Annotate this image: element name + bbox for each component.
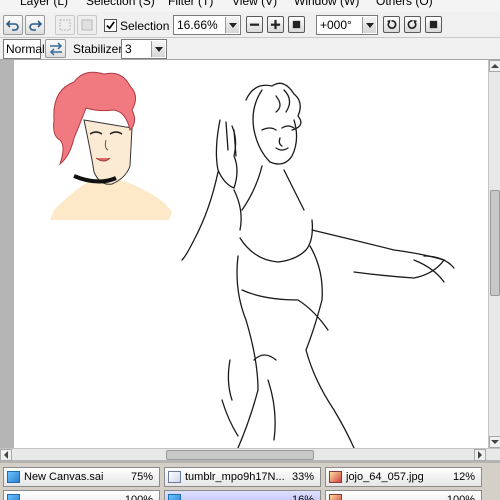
tab-jojo[interactable]: jojo_64_057.jpg 12% xyxy=(325,467,482,487)
vertical-scroll-thumb[interactable] xyxy=(490,190,500,296)
image-file-icon xyxy=(168,471,181,483)
zoom-reset-button[interactable] xyxy=(288,16,305,33)
zoom-out-button[interactable] xyxy=(246,16,263,33)
canvas-file-icon xyxy=(7,471,20,483)
flip-horizontal-icon xyxy=(49,41,62,56)
menu-window[interactable]: Window (W) xyxy=(294,0,359,8)
tab-zoom: 12% xyxy=(452,471,475,483)
zoom-in-button[interactable] xyxy=(267,16,284,33)
artwork xyxy=(50,71,455,448)
menu-filter[interactable]: Filter (T) xyxy=(168,0,213,8)
stabilizer-select[interactable]: 3 xyxy=(121,39,167,59)
image-file-icon xyxy=(329,494,342,500)
horizontal-scrollbar[interactable] xyxy=(0,448,500,461)
brush-toolbar: Normal Stabilizer 3 xyxy=(0,38,500,60)
rotate-left-button[interactable] xyxy=(383,16,400,33)
scroll-right-button[interactable] xyxy=(474,449,486,461)
zoom-value: 16.66% xyxy=(177,18,218,32)
canvas-viewport xyxy=(0,60,500,463)
menu-view[interactable]: View (V) xyxy=(232,0,277,8)
tab-name: jojo_64_057.jpg xyxy=(346,471,424,483)
scroll-up-button[interactable] xyxy=(489,60,500,72)
drawing-canvas[interactable] xyxy=(14,60,488,448)
rotate-reset-button[interactable] xyxy=(425,16,442,33)
scroll-left-button[interactable] xyxy=(0,449,12,461)
image-file-icon xyxy=(7,494,20,500)
chevron-down-icon xyxy=(362,17,376,33)
arrow-right-icon xyxy=(478,451,482,459)
tab-active[interactable]: 16% xyxy=(164,490,321,500)
scroll-down-button[interactable] xyxy=(489,436,500,448)
chevron-down-icon xyxy=(151,41,165,57)
tab-zoom: 33% xyxy=(291,471,314,483)
zoom-dropdown[interactable]: 16.66% xyxy=(173,15,241,35)
blend-mode-value: Normal xyxy=(6,42,45,56)
undo-icon xyxy=(6,20,19,31)
vertical-scrollbar[interactable] xyxy=(488,60,500,448)
tab-name: New Canvas.sai xyxy=(24,471,104,483)
horizontal-scroll-thumb[interactable] xyxy=(166,450,314,460)
menu-bar: Layer (L) Selection (S) Filter (T) View … xyxy=(0,0,500,12)
redo-button[interactable] xyxy=(25,15,45,35)
stabilizer-value: 3 xyxy=(125,42,132,56)
flip-horizontal-button[interactable] xyxy=(45,39,66,58)
menu-selection[interactable]: Selection (S) xyxy=(86,0,155,8)
tab-new-canvas[interactable]: New Canvas.sai 75% xyxy=(3,467,160,487)
tab-zoom: 75% xyxy=(130,471,153,483)
tab-zoom: 16% xyxy=(291,494,314,500)
view-toolbar: Selection 16.66% +000° xyxy=(0,12,500,38)
rotate-reset-icon xyxy=(429,20,438,29)
checkmark-icon xyxy=(106,21,115,30)
deselect-button[interactable] xyxy=(55,15,75,35)
menu-others[interactable]: Others (O) xyxy=(376,0,433,8)
tab-row2-1[interactable]: 100% xyxy=(3,490,160,500)
select-all-icon xyxy=(81,19,93,31)
tab-name: tumblr_mpo9h17N... xyxy=(185,471,285,483)
redo-icon xyxy=(29,20,42,31)
zoom-out-icon xyxy=(249,23,260,26)
colored-portrait xyxy=(50,71,172,220)
tab-zoom: 100% xyxy=(124,494,153,500)
rotation-dropdown[interactable]: +000° xyxy=(316,15,378,35)
arrow-up-icon xyxy=(491,64,499,68)
deselect-icon xyxy=(59,19,71,31)
select-all-button[interactable] xyxy=(77,15,97,35)
rotate-left-icon xyxy=(386,19,397,29)
tab-row2-3[interactable]: 100% xyxy=(325,490,482,500)
image-file-icon xyxy=(329,471,342,483)
rotation-value: +000° xyxy=(320,18,352,32)
arrow-left-icon xyxy=(4,451,8,459)
rotate-right-button[interactable] xyxy=(404,16,421,33)
figure-sketch xyxy=(181,82,455,448)
selection-label: Selection xyxy=(120,19,170,33)
menu-layer[interactable]: Layer (L) xyxy=(20,0,68,8)
chevron-down-icon xyxy=(225,17,239,33)
stabilizer-label: Stabilizer xyxy=(73,42,123,56)
zoom-reset-icon xyxy=(292,20,301,29)
tab-zoom: 100% xyxy=(446,494,475,500)
canvas-file-icon xyxy=(168,494,181,500)
zoom-in-icon xyxy=(270,19,281,30)
tab-tumblr[interactable]: tumblr_mpo9h17N... 33% xyxy=(164,467,321,487)
document-tabs: New Canvas.sai 75% tumblr_mpo9h17N... 33… xyxy=(0,463,500,500)
rotate-right-icon xyxy=(407,19,418,29)
selection-checkbox[interactable] xyxy=(104,19,117,32)
blend-mode-select[interactable]: Normal xyxy=(3,39,45,59)
undo-button[interactable] xyxy=(3,15,23,35)
arrow-down-icon xyxy=(491,440,499,444)
